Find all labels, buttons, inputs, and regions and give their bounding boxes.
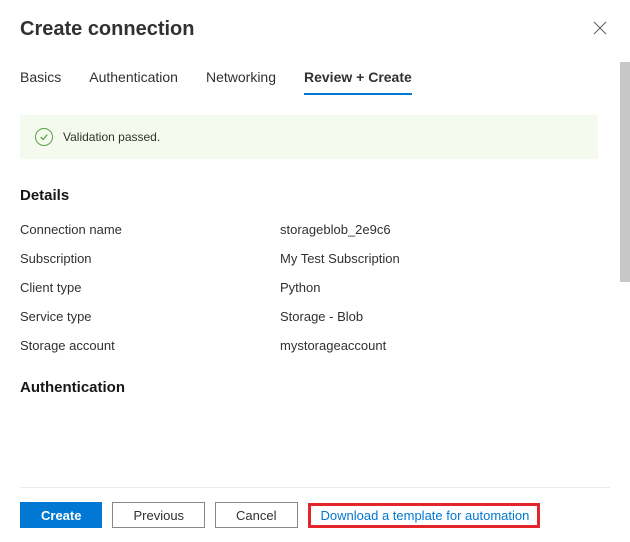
detail-label: Client type <box>20 280 280 295</box>
previous-button[interactable]: Previous <box>112 502 205 528</box>
scrollbar-track[interactable] <box>620 62 630 470</box>
close-icon <box>593 21 607 35</box>
detail-value: Storage - Blob <box>280 309 606 324</box>
create-button[interactable]: Create <box>20 502 102 528</box>
download-highlight: Download a template for automation <box>308 503 541 528</box>
footer-actions: Create Previous Cancel Download a templa… <box>20 487 610 542</box>
detail-label: Connection name <box>20 222 280 237</box>
scrollbar-thumb[interactable] <box>620 62 630 282</box>
panel-header: Create connection <box>20 18 610 41</box>
validation-message: Validation passed. <box>63 130 160 144</box>
section-title-authentication: Authentication <box>20 379 606 396</box>
detail-value: mystorageaccount <box>280 338 606 353</box>
panel-title: Create connection <box>20 18 194 41</box>
tab-networking[interactable]: Networking <box>206 69 276 95</box>
check-circle-icon <box>35 128 53 146</box>
section-title-details: Details <box>20 187 606 204</box>
close-button[interactable] <box>590 18 610 38</box>
detail-value: storageblob_2e9c6 <box>280 222 606 237</box>
cancel-button[interactable]: Cancel <box>215 502 297 528</box>
tab-bar: Basics Authentication Networking Review … <box>20 69 610 95</box>
details-grid: Connection name storageblob_2e9c6 Subscr… <box>20 222 606 353</box>
tab-review-create[interactable]: Review + Create <box>304 69 412 95</box>
detail-label: Subscription <box>20 251 280 266</box>
tab-basics[interactable]: Basics <box>20 69 61 95</box>
detail-value: Python <box>280 280 606 295</box>
validation-banner: Validation passed. <box>20 115 598 159</box>
detail-label: Storage account <box>20 338 280 353</box>
content-area: Validation passed. Details Connection na… <box>20 115 610 487</box>
detail-label: Service type <box>20 309 280 324</box>
tab-authentication[interactable]: Authentication <box>89 69 178 95</box>
detail-value: My Test Subscription <box>280 251 606 266</box>
download-template-link[interactable]: Download a template for automation <box>321 508 530 523</box>
